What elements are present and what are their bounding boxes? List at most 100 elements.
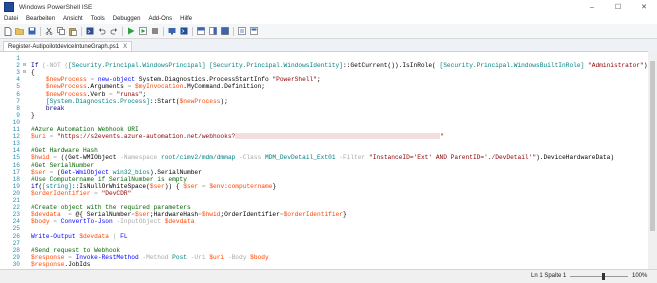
line-number: 20 — [12, 189, 20, 197]
code-token: ; — [316, 76, 321, 84]
code-token: .Verb — [86, 90, 109, 98]
copy-icon[interactable] — [56, 27, 65, 36]
close-button[interactable]: ✕ — [631, 0, 657, 14]
line-number: 17 — [12, 168, 20, 176]
zoom-slider-thumb[interactable] — [602, 273, 605, 280]
cut-icon[interactable] — [44, 27, 53, 36]
code-token: $ser — [135, 211, 150, 219]
redo-icon[interactable] — [109, 27, 118, 36]
toolbar-separator — [233, 26, 234, 36]
vertical-scrollbar[interactable] — [648, 51, 657, 269]
code-token: .JobIds — [64, 260, 91, 268]
code-token: $ser — [149, 182, 165, 190]
menu-add-ons[interactable]: Add-Ons — [144, 16, 176, 22]
open-folder-icon[interactable] — [15, 27, 24, 36]
menu-datei[interactable]: Datei — [0, 16, 22, 22]
new-file-icon[interactable] — [3, 26, 12, 36]
code-token: new-object — [97, 76, 136, 84]
stop-icon[interactable] — [150, 27, 159, 36]
zoom-level: 100% — [632, 273, 648, 279]
fold-toggle-icon[interactable]: ⊟ — [23, 69, 26, 76]
code-token: ; — [142, 90, 147, 98]
run-script-icon[interactable] — [126, 27, 135, 36]
code-token: -Body — [227, 253, 247, 261]
zoom-slider[interactable] — [570, 273, 628, 280]
code-line: 8 break — [0, 105, 648, 112]
code-text: $devdata = @{ SerialNumber=$ser;Hardware… — [31, 211, 347, 218]
code-line: 9} — [0, 112, 648, 119]
code-text: #Azure Automation Webhook URI — [31, 126, 139, 133]
code-token: $hwid — [201, 211, 221, 219]
save-icon[interactable] — [27, 27, 36, 36]
code-text: } — [31, 112, 35, 119]
line-number: 5 — [16, 83, 20, 91]
code-line: 13 — [0, 140, 648, 147]
fold-toggle-icon[interactable]: ⊟ — [23, 62, 26, 69]
scrollbar-thumb[interactable] — [650, 61, 655, 231]
code-token: $hwid — [31, 154, 50, 162]
code-token: "PowerShell" — [272, 76, 317, 84]
code-token: break — [45, 104, 65, 112]
script-editor[interactable]: 1 2 ⊟ If (-NOT ([Security.Principal.Windows… — [0, 51, 651, 270]
maximize-button[interactable]: ☐ — [605, 0, 631, 14]
line-number: 10 — [12, 118, 20, 126]
code-token: $ser — [183, 182, 199, 190]
code-token: [Security.Principal.WindowsBuiltInRole] — [439, 62, 585, 70]
code-text: #Get Hardware Hash — [31, 147, 98, 154]
menu-ansicht[interactable]: Ansicht — [59, 16, 87, 22]
code-token: ).SerialNumber — [149, 168, 202, 176]
code-line: 14 #Get Hardware Hash — [0, 147, 648, 154]
code-line: 15 $hwid = ((Get-WMIObject -Namespace roo… — [0, 154, 648, 161]
powershell-ise-window: Windows PowerShell ISE – ☐ ✕ Datei Bearb… — [0, 0, 657, 283]
line-number: 7 — [16, 97, 20, 105]
line-number: 26 — [12, 232, 20, 240]
show-command-addon-icon[interactable] — [237, 27, 246, 36]
code-token: If — [31, 62, 43, 70]
minimize-button[interactable]: – — [579, 0, 605, 14]
show-script-pane-top-icon[interactable] — [196, 27, 205, 36]
code-text: [System.Diagnostics.Process]::Start($new… — [31, 98, 228, 105]
code-token: #Get Hardware Hash — [31, 147, 98, 155]
paste-icon[interactable] — [68, 27, 77, 36]
code-line: 5 $newProcess.Arguments = $myInvocation.… — [0, 83, 648, 90]
menu-bearbeiten[interactable]: Bearbeiten — [22, 16, 59, 22]
code-token: [System.Diagnostics.Process] — [45, 97, 150, 105]
show-command-window-icon[interactable] — [249, 27, 258, 36]
code-token: .Arguments — [86, 83, 128, 91]
line-number: 21 — [12, 197, 20, 204]
code-text: #Send request to Webhook — [31, 247, 120, 254]
line-number: 13 — [12, 140, 20, 148]
code-token: win32_bios — [112, 168, 150, 176]
code-token: ConvertTo-Json — [60, 218, 113, 226]
line-number: 16 — [12, 161, 20, 169]
menu-debuggen[interactable]: Debuggen — [109, 16, 145, 22]
code-token: $uri — [209, 253, 225, 261]
code-token: [Security.Principal.WindowsIdentity] — [209, 62, 343, 70]
undo-icon[interactable] — [97, 27, 106, 36]
show-script-pane-max-icon[interactable] — [220, 27, 229, 36]
show-script-pane-right-icon[interactable] — [208, 27, 217, 36]
code-token: $orderIdentifier — [283, 211, 344, 219]
tab-close-icon[interactable]: X — [123, 44, 127, 50]
code-text: $response.JobIds — [31, 261, 90, 268]
code-line: 1 — [0, 55, 648, 62]
menu-tools[interactable]: Tools — [87, 16, 109, 22]
line-number: 19 — [12, 182, 20, 190]
menu-hilfe[interactable]: Hilfe — [176, 16, 196, 22]
code-text: $newProcess.Verb = "runas"; — [31, 91, 146, 98]
clear-console-icon[interactable] — [85, 27, 94, 36]
code-token: $newProcess — [45, 90, 87, 98]
code-token: Get-WmiObject — [60, 168, 110, 176]
new-remote-tab-icon[interactable] — [167, 27, 176, 36]
toolbar-separator — [192, 26, 193, 36]
start-powershell-icon[interactable] — [179, 27, 188, 36]
code-token: [Security.Principal.WindowsPrincipal] — [68, 62, 206, 70]
code-line: 16 #Get SerialNumber — [0, 162, 648, 169]
run-selection-icon[interactable] — [138, 27, 147, 36]
toolbar — [0, 24, 657, 39]
code-line: 19 if([string]::IsNullOrWhiteSpace($ser))… — [0, 183, 648, 190]
code-line: 4 $newProcess = new-object System.Diagno… — [0, 76, 648, 83]
